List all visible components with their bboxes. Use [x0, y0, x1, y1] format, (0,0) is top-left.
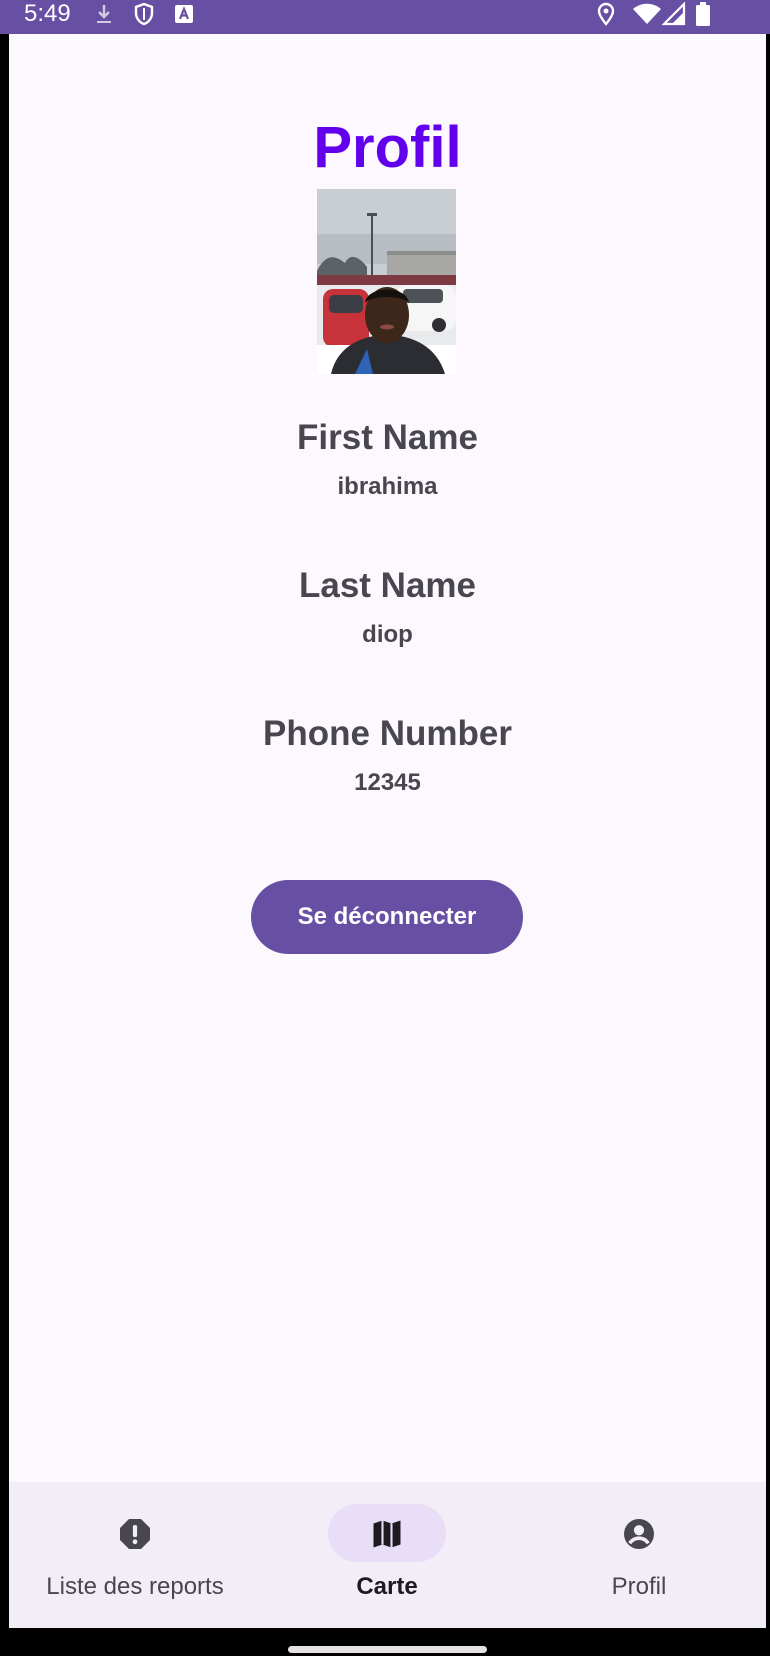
home-indicator[interactable] [288, 1646, 487, 1653]
location-icon [594, 2, 618, 26]
nav-item-profil[interactable]: Profil [513, 1482, 765, 1628]
map-icon [369, 1516, 405, 1552]
bottom-navigation: Liste des reports Carte Profil [9, 1482, 766, 1628]
phone-number-label: Phone Number [263, 714, 512, 753]
shield-icon [132, 2, 156, 26]
battery-icon [694, 2, 712, 26]
status-bar: 5:49 [0, 0, 770, 34]
logout-button[interactable]: Se déconnecter [251, 880, 523, 954]
download-icon [92, 2, 116, 26]
status-time: 5:49 [24, 0, 71, 27]
last-name-label: Last Name [298, 566, 477, 605]
phone-number-value: 12345 [354, 769, 421, 796]
first-name-label: First Name [297, 418, 478, 457]
nav-label-liste-des-reports: Liste des reports [46, 1573, 224, 1600]
account-circle-icon [621, 1516, 657, 1552]
nav-item-liste-des-reports[interactable]: Liste des reports [9, 1482, 261, 1628]
last-name-value: diop [362, 621, 413, 648]
signal-icon [662, 2, 686, 26]
nav-label-profil: Profil [611, 1573, 667, 1600]
nav-label-carte: Carte [356, 1573, 418, 1600]
alert-octagon-icon [117, 1516, 153, 1552]
app-screen: Profil First Name ibrahima Last Name dio… [9, 34, 766, 1628]
first-name-value: ibrahima [337, 473, 438, 500]
text-a-icon [172, 2, 196, 26]
wifi-icon [632, 2, 662, 26]
nav-item-carte[interactable]: Carte [261, 1482, 513, 1628]
avatar [317, 189, 456, 374]
page-title: Profil [313, 115, 462, 180]
